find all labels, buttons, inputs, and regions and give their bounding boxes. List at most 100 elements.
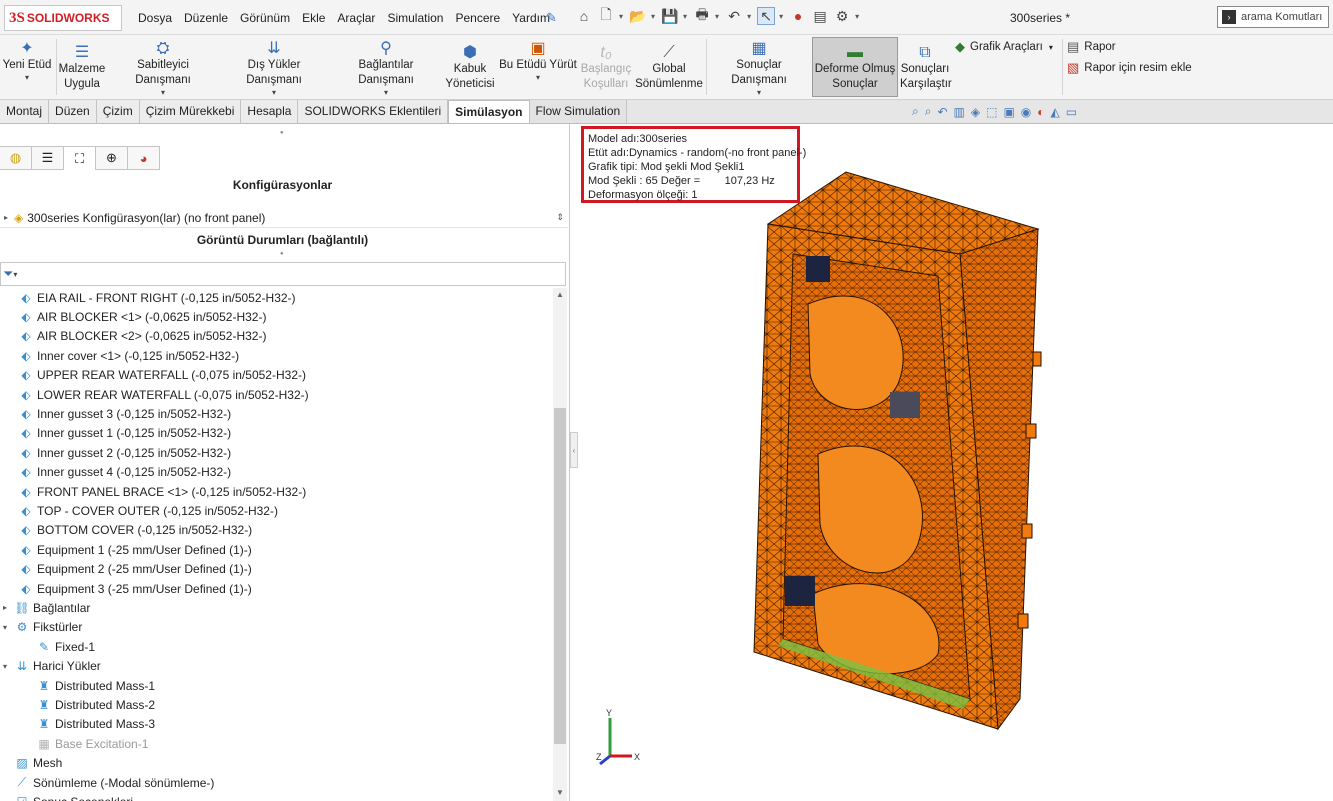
deformed-results-button[interactable]: ▬ Deforme Olmuş Sonuçlar bbox=[812, 37, 898, 97]
hide-show-icon[interactable]: ◉ bbox=[1021, 105, 1031, 119]
tree-item[interactable]: ♜ Distributed Mass-2 bbox=[22, 695, 155, 714]
menu-item-edit[interactable]: Düzenle bbox=[184, 11, 228, 25]
section-view-icon[interactable]: ▥ bbox=[954, 105, 965, 119]
solidworks-logo[interactable]: 3S SOLIDWORKS bbox=[4, 5, 122, 31]
tree-item[interactable]: ✎ Fixed-1 bbox=[22, 637, 95, 656]
new-study-button[interactable]: ✦ Yeni Etüd ▾ bbox=[2, 40, 52, 83]
tree-item[interactable]: ⬖ LOWER REAR WATERFALL (-0,075 in/5052-H3… bbox=[4, 385, 308, 404]
search-input[interactable]: arama Komutları bbox=[1241, 11, 1322, 23]
tab-markup[interactable]: Çizim Mürekkebi bbox=[139, 100, 242, 123]
graphics-area[interactable] bbox=[578, 124, 1333, 801]
menu-item-help[interactable]: Yardım bbox=[512, 11, 550, 25]
menu-item-insert[interactable]: Ekle bbox=[302, 11, 325, 25]
shell-manager-button[interactable]: ⬢ Kabuk Yöneticisi bbox=[444, 44, 496, 92]
tab-evaluate[interactable]: Hesapla bbox=[241, 100, 299, 123]
plot-tools-button[interactable]: ◆ Grafik Araçları ▾ bbox=[955, 39, 1053, 55]
tab-assembly[interactable]: Montaj bbox=[0, 100, 50, 123]
chevron-down-icon[interactable]: ▾ bbox=[2, 73, 52, 83]
menu-item-simulation[interactable]: Simulation bbox=[387, 11, 443, 25]
tree-item[interactable]: ⟋ Sönümleme (-Modal sönümleme-) bbox=[0, 773, 215, 792]
tree-item[interactable]: ⬖ Equipment 2 (-25 mm/User Defined (1)-) bbox=[4, 560, 251, 579]
new-document-icon[interactable]: 🗋 bbox=[597, 6, 615, 25]
tree-scrollbar[interactable]: ▲ ▼ bbox=[553, 288, 567, 801]
dynamic-annotation-icon[interactable]: ◈ bbox=[971, 105, 980, 119]
tab-simulation[interactable]: Simülasyon bbox=[448, 100, 530, 123]
chevron-down-icon[interactable]: ▾ bbox=[498, 73, 578, 83]
tab-layout[interactable]: Düzen bbox=[49, 100, 97, 123]
tree-item[interactable]: ⬖ UPPER REAR WATERFALL (-0,075 in/5052-H3… bbox=[4, 366, 306, 385]
search-commands[interactable]: › arama Komutları bbox=[1217, 6, 1329, 28]
chevron-down-icon[interactable]: ▾ bbox=[619, 12, 623, 21]
expand-arrow-icon[interactable]: ▸ bbox=[4, 213, 8, 222]
scrollbar-thumb[interactable] bbox=[554, 408, 566, 744]
chevron-down-icon[interactable]: ▾ bbox=[715, 12, 719, 21]
tree-item[interactable]: ⬖ Inner gusset 3 (-0,125 in/5052-H32-) bbox=[4, 404, 231, 423]
save-icon[interactable]: 💾 bbox=[661, 7, 679, 25]
tree-item[interactable]: ▾ ⇊ Harici Yükler bbox=[0, 657, 101, 676]
tab-sketch[interactable]: Çizim bbox=[96, 100, 140, 123]
expand-arrow-icon[interactable]: ▾ bbox=[0, 623, 10, 632]
tree-item[interactable]: ⬖ AIR BLOCKER <1> (-0,0625 in/5052-H32-) bbox=[4, 307, 266, 326]
gear-icon[interactable]: ⚙ bbox=[833, 7, 851, 25]
menu-item-file[interactable]: Dosya bbox=[138, 11, 172, 25]
up-down-icon[interactable]: ⇕ bbox=[556, 212, 564, 223]
report-button[interactable]: ▤ Rapor bbox=[1067, 39, 1116, 55]
traffic-light-icon[interactable]: ● bbox=[789, 7, 807, 25]
chevron-down-icon[interactable]: ▾ bbox=[330, 88, 442, 98]
tree-item[interactable]: ⬖ BOTTOM COVER (-0,125 in/5052-H32-) bbox=[4, 521, 252, 540]
select-pointer-icon[interactable]: ↖ bbox=[757, 7, 776, 25]
tree-item[interactable]: ☑Sonuç Seçenekleri bbox=[0, 792, 133, 801]
pin-icon[interactable]: ✎ bbox=[546, 10, 557, 26]
scroll-down-icon[interactable]: ▼ bbox=[556, 788, 564, 797]
file-properties-icon[interactable]: ▤ bbox=[811, 7, 829, 25]
apply-material-button[interactable]: ☰ Malzeme Uygula bbox=[58, 44, 106, 92]
tree-item[interactable]: ⬖ Equipment 3 (-25 mm/User Defined (1)-) bbox=[4, 579, 251, 598]
tree-item[interactable]: ⬖ Inner cover <1> (-0,125 in/5052-H32-) bbox=[4, 346, 239, 365]
tree-item[interactable]: ⬖ EIA RAIL - FRONT RIGHT (-0,125 in/5052-… bbox=[4, 288, 295, 307]
scroll-up-icon[interactable]: ▲ bbox=[556, 290, 564, 299]
tab-addins[interactable]: SOLIDWORKS Eklentileri bbox=[298, 100, 449, 123]
chevron-down-icon[interactable]: ▾ bbox=[779, 12, 783, 21]
tree-item[interactable]: ♜ Distributed Mass-3 bbox=[22, 715, 155, 734]
expand-arrow-icon[interactable]: ▾ bbox=[0, 662, 10, 671]
home-icon[interactable]: ⌂ bbox=[575, 7, 593, 25]
tree-item[interactable]: ⬖ Equipment 1 (-25 mm/User Defined (1)-) bbox=[4, 540, 251, 559]
fixtures-advisor-button[interactable]: ⛭ Sabitleyici Danışmanı ▾ bbox=[108, 40, 218, 98]
menu-item-view[interactable]: Görünüm bbox=[240, 11, 290, 25]
panel-grip[interactable]: ● bbox=[280, 251, 284, 257]
tree-item[interactable]: ⬖ TOP - COVER OUTER (-0,125 in/5052-H32-) bbox=[4, 501, 278, 520]
display-manager-tab[interactable]: ◕ bbox=[128, 146, 160, 170]
tree-item[interactable]: ⬖ FRONT PANEL BRACE <1> (-0,125 in/5052-H… bbox=[4, 482, 306, 501]
filter-icon[interactable]: ⏷ bbox=[3, 266, 13, 282]
property-manager-tab[interactable]: ☰ bbox=[32, 146, 64, 170]
zoom-to-area-icon[interactable]: ⌕ bbox=[925, 104, 932, 119]
external-loads-advisor-button[interactable]: ⇊ Dış Yükler Danışmanı ▾ bbox=[219, 40, 329, 98]
menu-item-tools[interactable]: Araçlar bbox=[337, 11, 375, 25]
tree-item[interactable]: ⬖ Inner gusset 2 (-0,125 in/5052-H32-) bbox=[4, 443, 231, 462]
menu-item-window[interactable]: Pencere bbox=[455, 11, 500, 25]
feature-manager-tab[interactable]: ◍ bbox=[0, 146, 32, 170]
chevron-down-icon[interactable]: ▾ bbox=[108, 88, 218, 98]
undo-icon[interactable]: ↶ bbox=[725, 7, 743, 25]
previous-view-icon[interactable]: ↶ bbox=[937, 105, 947, 119]
chevron-down-icon[interactable]: ▾ bbox=[1049, 43, 1053, 52]
tree-item[interactable]: ▾ ⚙ Fikstürler bbox=[0, 618, 82, 637]
tree-item[interactable]: ⬖ Inner gusset 4 (-0,125 in/5052-H32-) bbox=[4, 463, 231, 482]
include-image-button[interactable]: ▧ Rapor için resim ekle bbox=[1067, 60, 1192, 76]
filter-bar[interactable]: ⏷ ▾ bbox=[0, 262, 566, 286]
chevron-down-icon[interactable]: ▾ bbox=[708, 88, 810, 98]
configuration-row[interactable]: ▸ ◈ 300series Konfigürasyon(lar) (no fro… bbox=[0, 208, 568, 228]
zoom-to-fit-icon[interactable]: ⌕ bbox=[912, 104, 919, 119]
chevron-down-icon[interactable]: ▾ bbox=[219, 88, 329, 98]
tree-item[interactable]: ▨ Mesh bbox=[0, 754, 62, 773]
tree-item[interactable]: ▸ ⛓ Bağlantılar bbox=[0, 598, 90, 617]
edit-appearance-icon[interactable]: ◐ bbox=[1037, 105, 1044, 119]
view-settings-icon[interactable]: ▭ bbox=[1066, 105, 1077, 119]
chevron-down-icon[interactable]: ▾ bbox=[683, 12, 687, 21]
dimxpert-manager-tab[interactable]: ⊕ bbox=[96, 146, 128, 170]
global-damping-button[interactable]: ⟋ Global Sönümlenme bbox=[634, 44, 704, 92]
tree-item[interactable]: ♜ Distributed Mass-1 bbox=[22, 676, 155, 695]
display-style-icon[interactable]: ▣ bbox=[1003, 105, 1014, 119]
open-icon[interactable]: 📂 bbox=[629, 7, 647, 25]
tree-item[interactable]: ⬖ Inner gusset 1 (-0,125 in/5052-H32-) bbox=[4, 424, 231, 443]
